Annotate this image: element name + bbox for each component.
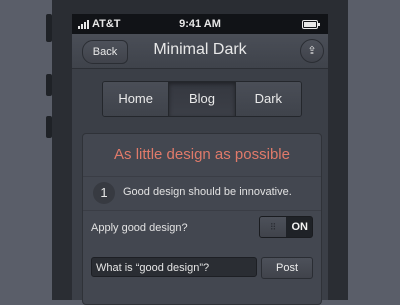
card-title: As little design as possible [114,146,290,163]
content-card: As little design as possible 1 Good desi… [82,133,322,305]
toggle-state: ON [291,221,309,233]
item-number-badge: 1 [93,182,115,204]
segmented-control: Home Blog Dark [102,81,302,117]
status-bar: AT&T 9:41 AM [72,14,328,34]
volume-down-button [46,116,52,138]
toggle-grip-icon: ⠿ [260,217,286,237]
clock: 9:41 AM [179,18,221,30]
toggle-row: Apply good design? ⠿ ON [83,210,321,245]
list-item: 1 Good design should be innovative. [83,176,321,211]
navigation-bar: Back Minimal Dark ⇪ [72,34,328,69]
volume-up-button [46,74,52,96]
battery-icon [302,20,320,29]
post-row: What is “good design”? Post [83,252,321,286]
apply-design-toggle[interactable]: ⠿ ON [259,216,313,238]
mute-switch [46,14,52,42]
share-icon[interactable]: ⇪ [300,39,324,63]
comment-input[interactable]: What is “good design”? [91,257,257,277]
segment-blog[interactable]: Blog [169,82,236,116]
post-button[interactable]: Post [261,257,313,279]
page-title: Minimal Dark [153,41,247,58]
toggle-label: Apply good design? [91,222,188,234]
segment-home[interactable]: Home [103,82,170,116]
item-text: Good design should be innovative. [123,186,292,198]
segment-dark[interactable]: Dark [235,82,301,116]
